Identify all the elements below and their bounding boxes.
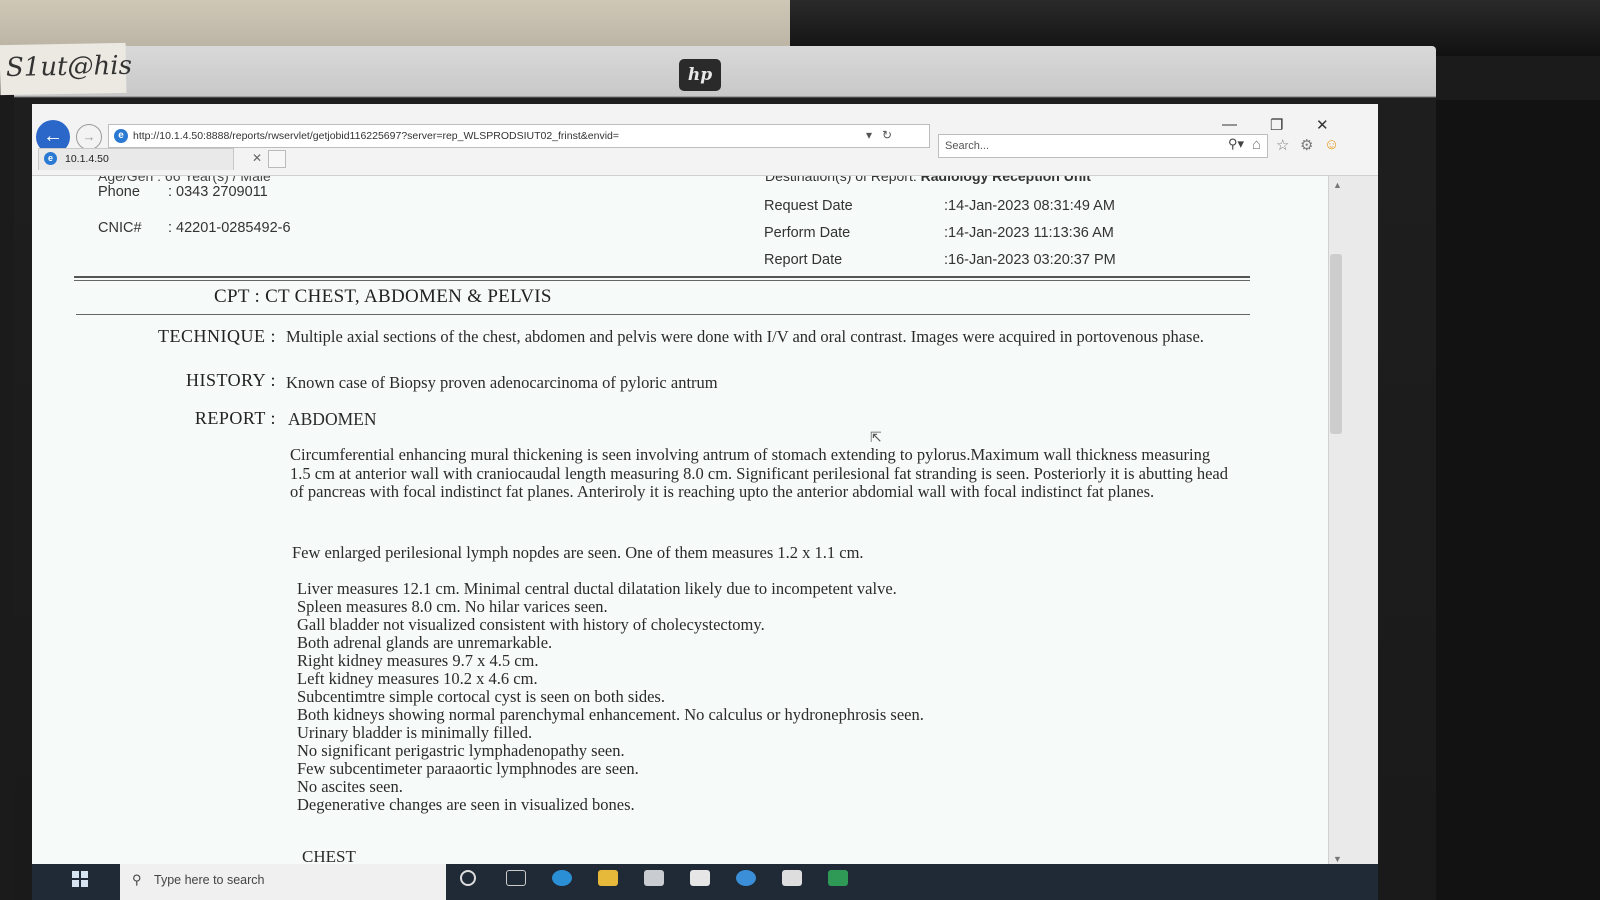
destination-value: Radiology Reception Unit [920, 176, 1091, 184]
store-icon[interactable] [644, 870, 664, 886]
close-icon[interactable]: ✕ [1316, 116, 1329, 134]
finding-item: Both adrenal glands are unremarkable. [297, 633, 553, 652]
mail-icon[interactable] [690, 870, 710, 886]
search-icon[interactable]: ⚲▾ [1228, 136, 1244, 152]
finding-item: Gall bladder not visualized consistent w… [297, 615, 765, 634]
scrollbar-thumb[interactable] [1330, 254, 1342, 434]
forward-arrow-icon[interactable]: → [76, 124, 102, 150]
request-date-value: :14-Jan-2023 08:31:49 AM [944, 198, 1115, 214]
perform-date-value: :14-Jan-2023 11:13:36 AM [944, 225, 1114, 241]
perform-date-label: Perform Date [764, 225, 851, 241]
windows-start-icon[interactable] [72, 871, 88, 887]
internet-explorer-icon[interactable] [736, 870, 756, 886]
mouse-cursor-icon: ⇱ [870, 431, 882, 446]
home-icon[interactable]: ⌂ [1252, 136, 1261, 153]
cpt-rule [76, 314, 1250, 315]
finding-item: Subcentimtre simple cortocal cyst is see… [297, 687, 665, 706]
browser-tab[interactable]: 10.1.4.50 [38, 148, 234, 170]
star-icon[interactable]: ☆ [1276, 136, 1289, 154]
tab-site-icon: e [44, 152, 57, 165]
chevron-down-icon[interactable]: ▾ [866, 128, 872, 142]
header-rule [74, 276, 1250, 278]
technique-label: TECHNIQUE : [158, 326, 276, 346]
finding-item: Degenerative changes are seen in visuali… [297, 795, 635, 814]
report-paragraph-2: Few enlarged perilesional lymph nopdes a… [292, 543, 864, 562]
file-explorer-icon[interactable] [598, 870, 618, 886]
cnic-value: : 42201-0285492-6 [168, 220, 291, 236]
finding-item: Few subcentimeter paraaortic lymphnodes … [297, 759, 639, 778]
finding-item: Liver measures 12.1 cm. Minimal central … [297, 579, 897, 598]
report-section-abdomen: ABDOMEN [288, 409, 377, 429]
report-page: Age/Gen : 66 Year(s) / Male Phone : 0343… [32, 176, 1328, 900]
hp-logo: hp [679, 59, 721, 91]
edge-icon[interactable] [552, 870, 572, 886]
destination-row: Destination(s) of Report: Radiology Rece… [765, 176, 1091, 184]
restore-icon[interactable]: ❐ [1270, 116, 1283, 134]
finding-item: Right kidney measures 9.7 x 4.5 cm. [297, 651, 539, 670]
finding-item: Spleen measures 8.0 cm. No hilar varices… [297, 597, 608, 616]
excel-icon[interactable] [828, 870, 848, 886]
address-bar[interactable]: http://10.1.4.50:8888/reports/rwservlet/… [108, 124, 930, 148]
search-input[interactable]: Search... [938, 134, 1268, 158]
smiley-icon[interactable]: ☺ [1324, 136, 1339, 153]
refresh-icon[interactable]: ↻ [882, 128, 892, 142]
site-icon: e [114, 129, 128, 143]
monitor-screen: ← → http://10.1.4.50:8888/reports/rwserv… [32, 104, 1378, 900]
task-view-icon[interactable] [506, 870, 526, 886]
sticky-note: S1ut@his [0, 42, 132, 96]
scroll-down-icon[interactable]: ▼ [1333, 854, 1342, 864]
finding-item: Left kidney measures 10.2 x 4.6 cm. [297, 669, 538, 688]
report-date-value: :16-Jan-2023 03:20:37 PM [944, 252, 1116, 268]
phone-label: Phone [98, 184, 140, 200]
monitor-side [1436, 100, 1600, 900]
finding-item: Urinary bladder is minimally filled. [297, 723, 533, 742]
technique-text: Multiple axial sections of the chest, ab… [286, 327, 1204, 346]
new-tab-button[interactable] [268, 150, 286, 168]
history-label: HISTORY : [185, 370, 276, 390]
report-paragraph-1: Circumferential enhancing mural thickeni… [290, 445, 1228, 501]
age-gender-cut: Age/Gen : 66 Year(s) / Male [98, 176, 271, 184]
app-icon[interactable] [782, 870, 802, 886]
taskbar-search-icon: ⚲ [132, 872, 142, 887]
tab-close-icon[interactable]: ✕ [252, 151, 262, 165]
history-text: Known case of Biopsy proven adenocarcino… [286, 373, 718, 392]
scroll-up-icon[interactable]: ▲ [1333, 180, 1342, 190]
finding-item: No ascites seen. [297, 777, 403, 796]
request-date-label: Request Date [764, 198, 853, 214]
gear-icon[interactable]: ⚙ [1300, 136, 1313, 154]
finding-item: No significant perigastric lymphadenopat… [297, 741, 625, 760]
destination-label: Destination(s) of Report: [765, 176, 917, 184]
header-rule-thin [74, 280, 1250, 281]
taskbar-search-input[interactable]: Type here to search [120, 864, 446, 900]
finding-item: Both kidneys showing normal parenchymal … [297, 705, 924, 724]
cpt-title: CPT : CT CHEST, ABDOMEN & PELVIS [214, 286, 552, 307]
phone-value: : 0343 2709011 [168, 184, 268, 200]
report-label: REPORT : [194, 408, 276, 428]
minimize-icon[interactable]: — [1222, 116, 1237, 133]
cortana-icon[interactable] [460, 870, 476, 886]
cnic-label: CNIC# [98, 220, 142, 236]
report-date-label: Report Date [764, 252, 843, 268]
